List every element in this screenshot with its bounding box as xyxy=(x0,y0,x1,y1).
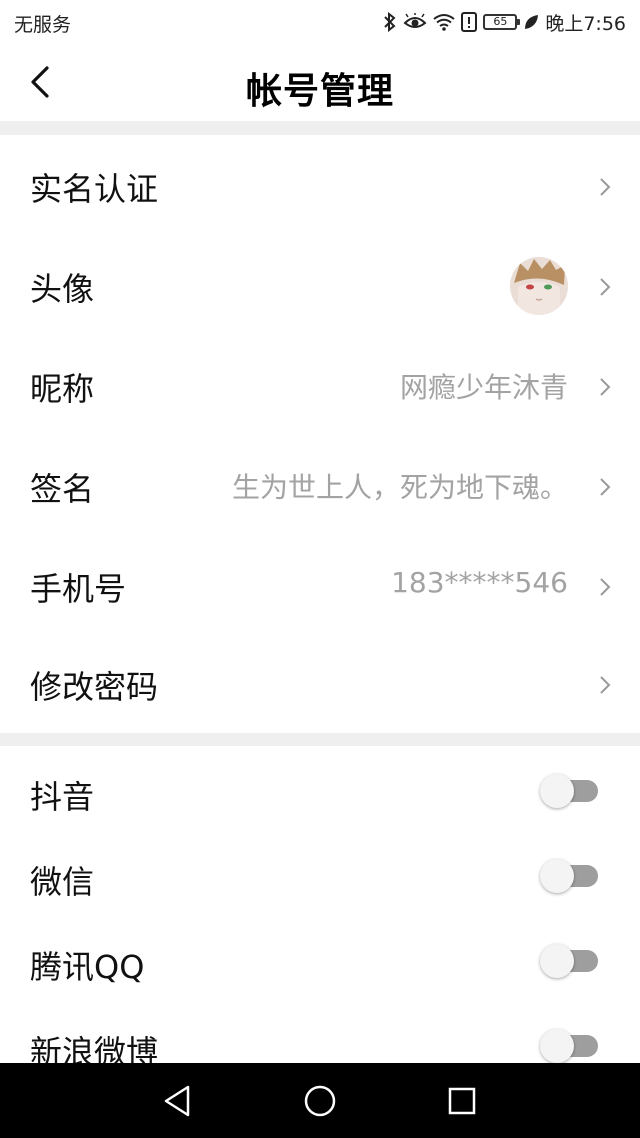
row-label: 抖音 xyxy=(30,778,95,816)
nav-home-button[interactable] xyxy=(300,1081,340,1121)
phone-value: 183*****546 xyxy=(391,566,568,599)
chevron-right-icon xyxy=(600,278,611,296)
toggle-knob xyxy=(540,774,574,808)
settings-row-phone[interactable]: 手机号 183*****546 xyxy=(0,536,640,636)
binding-row-douyin: 抖音 xyxy=(0,748,640,834)
status-bar: 无服务 65 晚上7:56 xyxy=(0,0,640,44)
weibo-toggle[interactable] xyxy=(540,1029,598,1063)
clock-text: 晚上7:56 xyxy=(545,12,626,35)
signature-value: 生为世上人，死为地下魂。 xyxy=(231,471,568,504)
page-title: 帐号管理 xyxy=(245,71,394,112)
eye-comfort-icon xyxy=(403,13,427,28)
settings-row-avatar[interactable]: 头像 xyxy=(0,236,640,336)
nickname-value: 网瘾少年沐青 xyxy=(399,371,568,404)
bluetooth-icon xyxy=(384,12,396,32)
chevron-right-icon xyxy=(600,378,611,396)
toggle-knob xyxy=(540,1029,574,1063)
row-label: 昵称 xyxy=(30,370,95,408)
alert-icon xyxy=(461,12,478,32)
wifi-icon xyxy=(433,14,455,31)
nav-recents-button[interactable] xyxy=(442,1081,482,1121)
settings-row-real-name[interactable]: 实名认证 xyxy=(0,136,640,236)
battery-icon: 65 xyxy=(483,14,521,30)
row-label: 手机号 xyxy=(30,570,127,608)
toggle-knob xyxy=(540,859,574,893)
section-divider xyxy=(0,733,640,746)
chevron-right-icon xyxy=(600,578,611,596)
row-label: 腾讯QQ xyxy=(30,948,145,986)
row-label: 微信 xyxy=(30,863,95,901)
row-label: 修改密码 xyxy=(30,668,159,706)
settings-row-signature[interactable]: 签名 生为世上人，死为地下魂。 xyxy=(0,436,640,536)
nav-home-icon xyxy=(304,1085,336,1117)
settings-row-change-password[interactable]: 修改密码 xyxy=(0,634,640,734)
douyin-toggle[interactable] xyxy=(540,774,598,808)
settings-row-nickname[interactable]: 昵称 网瘾少年沐青 xyxy=(0,336,640,436)
header-bar: 帐号管理 xyxy=(0,44,640,120)
toggle-knob xyxy=(540,944,574,978)
row-label: 实名认证 xyxy=(30,170,159,208)
nav-recents-icon xyxy=(448,1087,476,1115)
nav-back-icon xyxy=(164,1085,190,1117)
chevron-right-icon xyxy=(600,478,611,496)
carrier-text: 无服务 xyxy=(14,14,72,36)
row-label: 头像 xyxy=(30,270,95,308)
status-icons: 65 晚上7:56 xyxy=(383,8,626,36)
binding-row-qq: 腾讯QQ xyxy=(0,918,640,1004)
leaf-icon xyxy=(525,15,539,29)
binding-row-wechat: 微信 xyxy=(0,833,640,919)
section-divider xyxy=(0,121,640,135)
chevron-right-icon xyxy=(600,676,611,694)
chevron-right-icon xyxy=(600,178,611,196)
row-label: 签名 xyxy=(30,470,95,508)
avatar xyxy=(510,257,568,315)
qq-toggle[interactable] xyxy=(540,944,598,978)
system-navigation-bar xyxy=(0,1063,640,1138)
nav-back-button[interactable] xyxy=(158,1081,198,1121)
wechat-toggle[interactable] xyxy=(540,859,598,893)
